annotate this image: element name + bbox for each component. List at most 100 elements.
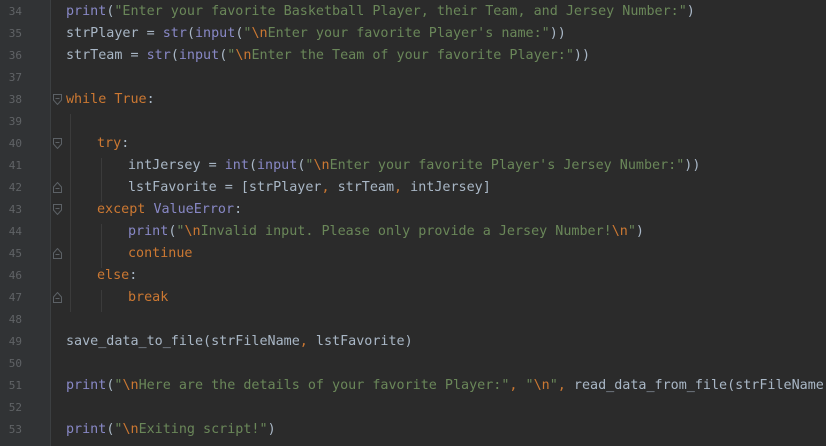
code-token: ( [248, 158, 257, 173]
code-text[interactable]: else: [97, 265, 137, 287]
code-token: str [162, 26, 187, 41]
code-token: try [97, 136, 122, 151]
code-line[interactable]: 38 while True: [0, 89, 826, 111]
code-line[interactable]: 37 [0, 67, 826, 89]
code-token: Exiting script!" [138, 422, 268, 437]
code-token: \n [313, 158, 330, 173]
code-text[interactable]: try: [97, 133, 129, 155]
code-token: read_data_from_file(strFileName)) [573, 378, 826, 393]
code-line[interactable]: 41 intJersey = int(input("\nEnter your fa… [0, 155, 826, 177]
code-token: \n [533, 378, 550, 393]
code-text[interactable]: except ValueError: [97, 199, 242, 221]
fold-collapse-icon[interactable] [53, 138, 62, 149]
line-number: 42 [8, 181, 22, 194]
code-token: True [114, 92, 147, 107]
code-token: Invalid input. Please only provide a Jer… [200, 224, 612, 239]
code-text[interactable]: lstFavorite = [strPlayer, strTeam, intJe… [128, 177, 491, 199]
code-line[interactable]: 42 lstFavorite = [strPlayer, strTeam, int… [0, 177, 826, 199]
indent-guide [101, 290, 102, 312]
code-token: " [549, 378, 558, 393]
code-token: print [66, 4, 107, 19]
code-line[interactable]: 40 try: [0, 133, 826, 155]
code-token: Enter your favorite Player's name:" [267, 26, 550, 41]
line-number: 36 [8, 49, 22, 62]
code-line[interactable]: 35 strPlayer = str(input("\nEnter your fa… [0, 23, 826, 45]
code-text[interactable]: strTeam = str(input("\nEnter the Team of… [66, 45, 590, 67]
code-token: break [128, 290, 169, 305]
code-token: continue [128, 246, 193, 261]
code-text[interactable]: print("\nInvalid input. Please only prov… [128, 221, 644, 243]
code-token: while [66, 92, 115, 107]
code-token: ( [186, 26, 195, 41]
code-line[interactable]: 45 continue [0, 243, 826, 265]
code-token: : [234, 202, 243, 217]
code-token: lstFavorite) [315, 334, 413, 349]
line-number: 34 [8, 5, 22, 18]
code-token: else [97, 268, 130, 283]
code-text[interactable]: print("\nHere are the details of your fa… [66, 375, 826, 397]
code-token: )) [684, 158, 701, 173]
code-token: strTeam = [66, 48, 147, 63]
code-token: except [97, 202, 154, 217]
fold-end-icon[interactable] [53, 292, 62, 303]
code-token: " [525, 378, 534, 393]
line-number: 40 [8, 137, 22, 150]
line-number: 52 [8, 401, 22, 414]
code-token: ) [267, 422, 276, 437]
code-line[interactable]: 36 strTeam = str(input("\nEnter the Team … [0, 45, 826, 67]
code-token: strPlayer = [66, 26, 163, 41]
code-token: intJersey = [128, 158, 225, 173]
code-line[interactable]: 52 [0, 397, 826, 419]
code-token: ) [686, 4, 695, 19]
code-line[interactable]: 46 else: [0, 265, 826, 287]
code-token: ValueError [153, 202, 235, 217]
code-token: ) [635, 224, 644, 239]
line-number: 47 [8, 291, 22, 304]
code-line[interactable]: 44 print("\nInvalid input. Please only pr… [0, 221, 826, 243]
line-number: 39 [8, 115, 22, 128]
line-number: 38 [8, 93, 22, 106]
code-editor[interactable]: 34 print("Enter your favorite Basketball … [0, 0, 826, 446]
code-token: , [557, 378, 574, 393]
code-text[interactable]: print("Enter your favorite Basketball Pl… [66, 1, 695, 23]
code-token: Enter the Team of your favorite Player:" [251, 48, 574, 63]
code-token: Here are the details of your favorite Pl… [138, 378, 510, 393]
code-token: " [627, 224, 636, 239]
code-token: )) [549, 26, 566, 41]
code-token: , [299, 334, 316, 349]
code-text[interactable]: print("\nExiting script!") [66, 419, 276, 441]
fold-end-icon[interactable] [53, 182, 62, 193]
code-token: \n [122, 422, 139, 437]
code-token: , [509, 378, 526, 393]
code-line[interactable]: 34 print("Enter your favorite Basketball … [0, 1, 826, 23]
code-text[interactable]: strPlayer = str(input("\nEnter your favo… [66, 23, 566, 45]
code-token: str [146, 48, 171, 63]
code-text[interactable]: break [128, 287, 168, 309]
line-number: 48 [8, 313, 22, 326]
fold-collapse-icon[interactable] [53, 94, 62, 105]
fold-collapse-icon[interactable] [53, 204, 62, 215]
code-line[interactable]: 50 [0, 353, 826, 375]
code-line[interactable]: 51 print("\nHere are the details of your … [0, 375, 826, 397]
code-text[interactable]: save_data_to_file(strFileName, lstFavori… [66, 331, 413, 353]
code-token: \n [251, 26, 268, 41]
line-number: 51 [8, 379, 22, 392]
code-token: \n [122, 378, 139, 393]
code-line[interactable]: 39 [0, 111, 826, 133]
line-number: 49 [8, 335, 22, 348]
indent-guide [101, 224, 102, 268]
code-token: \n [611, 224, 628, 239]
code-text[interactable]: while True: [66, 89, 155, 111]
code-line[interactable]: 47 break [0, 287, 826, 309]
code-text[interactable]: continue [128, 243, 193, 265]
fold-end-icon[interactable] [53, 248, 62, 259]
code-token: input [195, 26, 236, 41]
code-line[interactable]: 48 [0, 309, 826, 331]
code-line[interactable]: 43 except ValueError: [0, 199, 826, 221]
line-number: 44 [8, 225, 22, 238]
code-line[interactable]: 49 save_data_to_file(strFileName, lstFavo… [0, 331, 826, 353]
code-token: , [394, 180, 411, 195]
code-text[interactable]: intJersey = int(input("\nEnter your favo… [128, 155, 700, 177]
code-token: ( [170, 48, 179, 63]
code-line[interactable]: 53 print("\nExiting script!") [0, 419, 826, 441]
